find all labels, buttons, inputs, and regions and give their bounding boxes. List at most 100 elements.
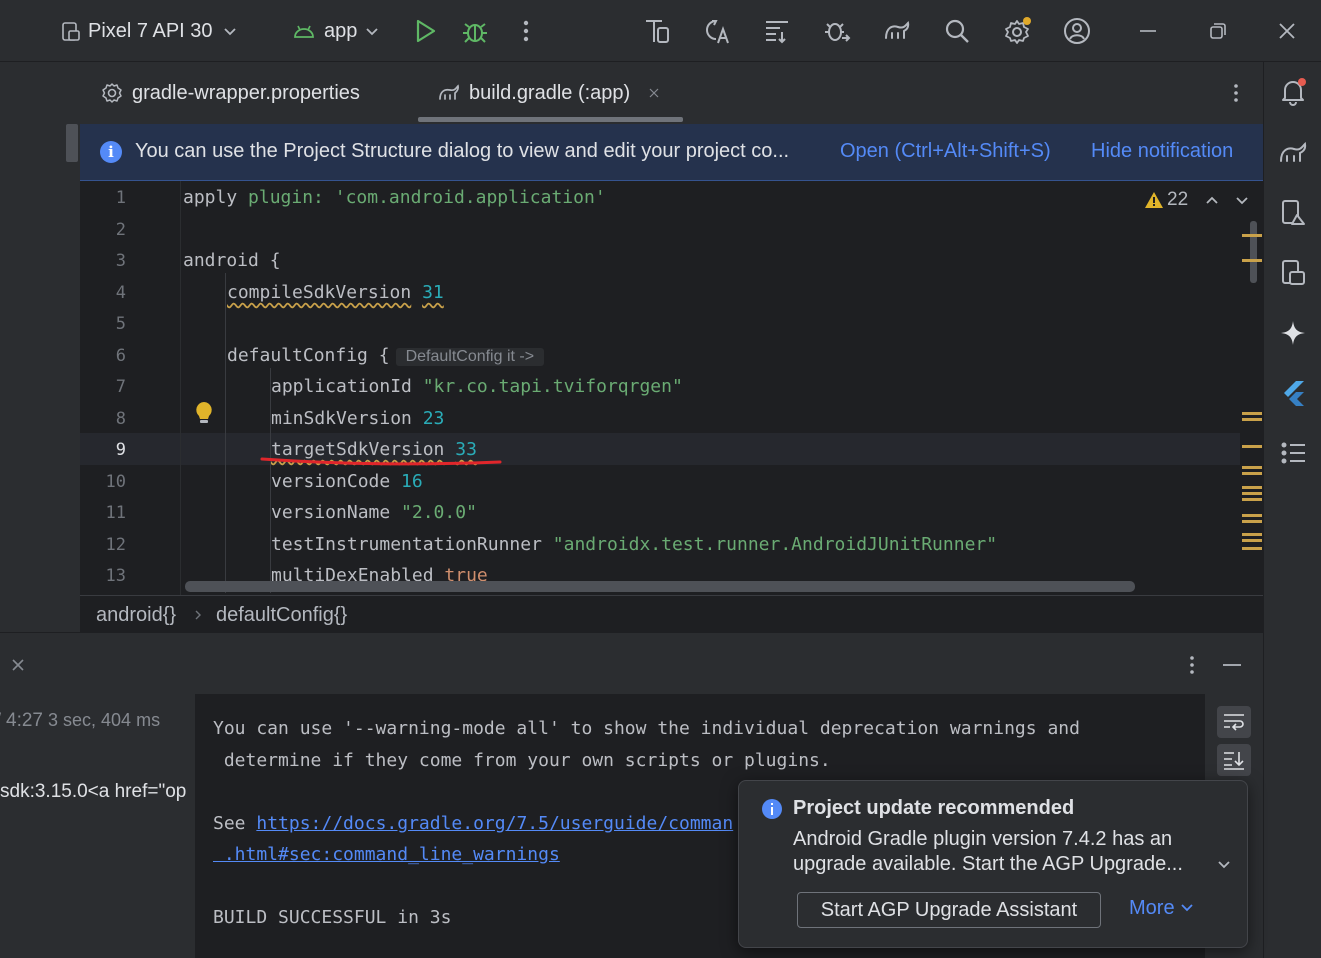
- gradle-elephant-icon: [439, 84, 460, 100]
- code-line: defaultConfig {DefaultConfig it ->: [227, 345, 545, 366]
- gradle-tool-button[interactable]: [1278, 138, 1308, 168]
- docs-link[interactable]: .html#sec:command_line_warnings: [213, 844, 560, 865]
- search-button[interactable]: [940, 14, 974, 48]
- line-number: 5: [115, 314, 126, 334]
- line-number: 12: [105, 535, 126, 555]
- gemini-button[interactable]: [1278, 318, 1308, 348]
- list-icon: [1281, 442, 1305, 464]
- start-agp-upgrade-button[interactable]: Start AGP Upgrade Assistant: [797, 892, 1101, 928]
- code-line: compileSdkVersion 31: [227, 282, 444, 303]
- gradle-button[interactable]: [880, 14, 914, 48]
- device-manager-icon: [646, 20, 669, 43]
- title-bar: Pixel 7 API 30 app: [0, 0, 1321, 62]
- docs-link[interactable]: https://docs.gradle.org/7.5/userguide/co…: [256, 813, 733, 834]
- list-sync-icon: [766, 21, 788, 44]
- more-actions-button[interactable]: [509, 14, 543, 48]
- warning-marker[interactable]: [1242, 445, 1262, 448]
- close-icon[interactable]: [646, 85, 662, 101]
- code-line: applicationId "kr.co.tapi.tviforqrgen": [271, 376, 683, 397]
- tab-options-button[interactable]: [1224, 62, 1256, 124]
- warning-icon: [1145, 192, 1163, 208]
- tab-build-gradle-app[interactable]: build.gradle (:app): [437, 62, 670, 124]
- warning-marker[interactable]: [1242, 472, 1262, 475]
- debug-button[interactable]: [458, 14, 492, 48]
- more-label: More: [1129, 897, 1175, 919]
- build-tree-row[interactable]: / 4:27 3 sec, 404 ms: [0, 710, 160, 732]
- warning-marker[interactable]: [1242, 539, 1262, 542]
- warning-marker[interactable]: [1242, 234, 1262, 237]
- console-line: .html#sec:command_line_warnings: [213, 844, 560, 865]
- warning-marker[interactable]: [1242, 486, 1262, 489]
- build-duration: 3 sec, 404 ms: [48, 710, 161, 730]
- current-line-highlight: [80, 433, 1240, 465]
- vertical-dots-icon: [523, 20, 529, 42]
- warning-marker[interactable]: [1242, 498, 1262, 501]
- warning-marker[interactable]: [1242, 514, 1262, 517]
- warning-marker[interactable]: [1242, 466, 1262, 469]
- minimize-button[interactable]: [1130, 14, 1164, 48]
- scroll-to-end-button[interactable]: [1217, 744, 1251, 776]
- restore-icon: [1210, 23, 1226, 39]
- soft-wrap-icon: [1224, 714, 1244, 731]
- warning-marker[interactable]: [1242, 412, 1262, 415]
- line-number: 4: [115, 283, 126, 303]
- device-manager-button[interactable]: [640, 14, 674, 48]
- tab-label: gradle-wrapper.properties: [132, 81, 360, 104]
- build-tree-row[interactable]: sdk:3.15.0<a href="op: [0, 781, 186, 803]
- breadcrumb-item[interactable]: defaultConfig{}: [216, 604, 347, 627]
- notification-banner: i You can use the Project Structure dial…: [80, 124, 1263, 181]
- lightbulb-icon[interactable]: [193, 400, 215, 426]
- device-manager-tool-button[interactable]: [1278, 198, 1308, 228]
- code-line: versionCode 16: [271, 471, 423, 492]
- run-button[interactable]: [408, 14, 442, 48]
- warning-marker[interactable]: [1242, 418, 1262, 421]
- notifications-button[interactable]: [1278, 76, 1308, 106]
- running-devices-icon: [1282, 260, 1305, 285]
- vertical-dots-icon[interactable]: [1180, 653, 1204, 677]
- flutter-button[interactable]: [1278, 378, 1308, 408]
- account-button[interactable]: [1060, 14, 1094, 48]
- warning-marker[interactable]: [1242, 492, 1262, 495]
- inspection-widget[interactable]: 22: [1144, 189, 1250, 211]
- chevron-down-icon[interactable]: [1234, 192, 1250, 208]
- more-actions-link[interactable]: More: [1129, 897, 1194, 920]
- vertical-scroll-thumb[interactable]: [1250, 221, 1257, 283]
- minimize-panel-icon[interactable]: [1220, 653, 1244, 677]
- search-icon: [945, 19, 969, 43]
- hide-notification-link[interactable]: Hide notification: [1091, 140, 1233, 163]
- tab-label: build.gradle (:app): [469, 81, 631, 104]
- structure-button[interactable]: [1278, 438, 1308, 468]
- chevron-down-icon[interactable]: [1215, 855, 1233, 873]
- close-window-button[interactable]: [1270, 14, 1304, 48]
- line-number: 10: [105, 472, 126, 492]
- horizontal-scrollbar[interactable]: [185, 581, 1135, 592]
- device-label: Pixel 7 API 30: [88, 19, 213, 42]
- line-number: 8: [115, 409, 126, 429]
- warning-marker[interactable]: [1242, 520, 1262, 523]
- close-icon[interactable]: [10, 657, 26, 673]
- active-tab-indicator: [418, 117, 683, 122]
- soft-wrap-button[interactable]: [1217, 706, 1251, 738]
- run-config-selector[interactable]: app: [292, 0, 381, 62]
- info-icon: [762, 799, 782, 819]
- restore-button[interactable]: [1200, 14, 1234, 48]
- settings-button[interactable]: [1000, 14, 1034, 48]
- chevron-up-icon[interactable]: [1204, 192, 1220, 208]
- code-editor[interactable]: 1 2 3 4 5 6 7 8 9 10 11 12 13 apply plug…: [80, 181, 1263, 595]
- open-project-structure-link[interactable]: Open (Ctrl+Alt+Shift+S): [840, 140, 1051, 163]
- translate-button[interactable]: [700, 14, 734, 48]
- warning-marker[interactable]: [1242, 547, 1262, 550]
- device-selector[interactable]: Pixel 7 API 30: [60, 0, 239, 62]
- right-tool-strip: [1263, 62, 1321, 958]
- scroll-to-end-icon: [1224, 752, 1244, 770]
- sync-button[interactable]: [760, 14, 794, 48]
- bug-arrow-icon: [825, 23, 851, 42]
- scroll-thumb[interactable]: [66, 124, 78, 162]
- running-devices-button[interactable]: [1278, 258, 1308, 288]
- warning-marker[interactable]: [1242, 259, 1262, 262]
- tab-gradle-wrapper-properties[interactable]: gradle-wrapper.properties: [100, 62, 360, 124]
- attach-debugger-button[interactable]: [820, 14, 854, 48]
- line-number: 2: [115, 220, 126, 240]
- warning-marker[interactable]: [1242, 533, 1262, 536]
- breadcrumb-item[interactable]: android{}: [96, 604, 176, 627]
